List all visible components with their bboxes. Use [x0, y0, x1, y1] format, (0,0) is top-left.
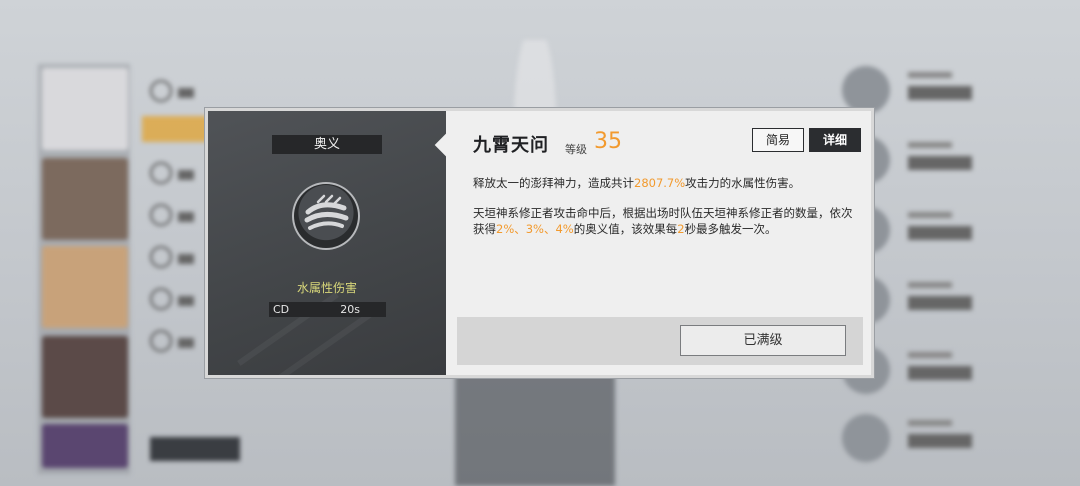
level-label: 等级	[565, 143, 587, 156]
cooldown-label: CD	[273, 303, 290, 316]
simple-mode-button[interactable]: 简易	[752, 128, 804, 152]
highlight-value: 2807.7%	[634, 176, 686, 190]
roster-thumb[interactable]	[42, 336, 128, 418]
description-text: 秒最多触发一次。	[684, 222, 777, 236]
skill-list-item[interactable]	[842, 414, 982, 464]
sidebar-item[interactable]	[150, 162, 200, 186]
dialog-footer: 已满级	[457, 317, 863, 365]
description-text: 攻击力的水属性伤害。	[685, 176, 801, 190]
description-text: 的奥义值，该效果每	[573, 222, 678, 236]
damage-type: 水属性伤害	[296, 281, 357, 295]
cooldown-value: 20s	[340, 303, 360, 316]
skill-icon-pane: 奥义 水属性伤害 CD 20s	[208, 111, 446, 375]
skill-name: 九霄天问	[473, 135, 549, 156]
sidebar-item[interactable]	[150, 246, 200, 270]
skill-type-label: 奥义	[272, 135, 382, 154]
sidebar-item[interactable]	[150, 288, 200, 312]
max-level-button[interactable]: 已满级	[680, 325, 846, 356]
description-text: 释放太一的澎拜神力，造成共计	[473, 176, 634, 190]
roster-thumb[interactable]	[42, 246, 128, 328]
highlight-value: 2%、3%、4%	[496, 222, 574, 236]
sidebar-item[interactable]	[150, 330, 200, 354]
cooldown-bar: CD 20s	[269, 302, 386, 317]
level-value: 35	[594, 129, 622, 154]
sidebar-item[interactable]	[150, 204, 200, 228]
roster-thumb[interactable]	[42, 424, 128, 468]
skill-detail-dialog: 奥义 水属性伤害 CD 20s 九霄天问 等级 35 简易 详细 释放太一的澎拜…	[205, 108, 874, 378]
skill-description-line2: 天垣神系修正者攻击命中后，根据出场时队伍天垣神系修正者的数量，依次获得2%、3%…	[473, 205, 863, 237]
roster-thumb[interactable]	[42, 158, 128, 240]
roster-thumb[interactable]	[42, 68, 128, 150]
water-claw-icon	[292, 182, 360, 250]
sidebar-active-highlight	[142, 116, 214, 142]
highlight-value: 2	[677, 222, 685, 236]
sidebar-item[interactable]	[150, 80, 200, 104]
detail-mode-button[interactable]: 详细	[809, 128, 861, 152]
background-bottom-button[interactable]	[150, 437, 240, 461]
skill-description-line1: 释放太一的澎拜神力，造成共计2807.7%攻击力的水属性伤害。	[473, 175, 863, 191]
